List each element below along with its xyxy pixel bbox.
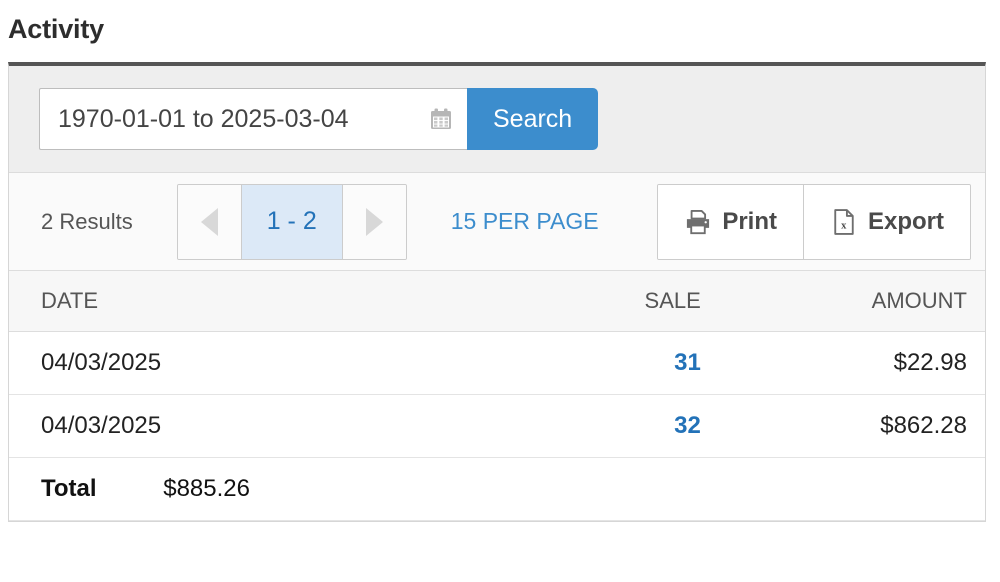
print-button[interactable]: Print	[658, 184, 803, 259]
cell-date: 04/03/2025	[9, 394, 476, 458]
pagination: 1 - 2	[176, 183, 407, 260]
page-title: Activity	[8, 14, 104, 44]
triangle-right-icon	[365, 207, 383, 236]
activity-table: DATE SALE AMOUNT 04/03/2025 31 $22.98 04…	[9, 271, 985, 521]
cell-amount: $862.28	[722, 394, 985, 458]
per-page-selector[interactable]: 15 PER PAGE	[451, 208, 599, 235]
cell-sale: 32	[475, 394, 723, 458]
table-body: 04/03/2025 31 $22.98 04/03/2025 32 $862.…	[9, 331, 985, 521]
column-header-sale[interactable]: SALE	[475, 271, 723, 332]
sale-link[interactable]: 31	[674, 349, 701, 376]
sale-link[interactable]: 32	[674, 412, 701, 439]
activity-panel: 1970-01-01 to 2025-03-04 Search 2 Result	[8, 62, 986, 522]
cell-sale: 31	[475, 331, 723, 395]
total-cell: Total $885.26	[9, 457, 476, 521]
daterange-input[interactable]: 1970-01-01 to 2025-03-04	[39, 88, 467, 150]
table-header-row: DATE SALE AMOUNT	[9, 271, 985, 332]
cell-date: 04/03/2025	[9, 331, 476, 395]
table-actions: Print x Export	[657, 183, 971, 260]
excel-file-icon: x	[830, 208, 858, 236]
column-header-date[interactable]: DATE	[9, 271, 476, 332]
results-toolbar: 2 Results 1 - 2 15 PER PAGE Print x Expo…	[9, 173, 985, 271]
calendar-icon	[429, 107, 453, 131]
pagination-next-button[interactable]	[341, 184, 406, 259]
export-button[interactable]: x Export	[802, 184, 970, 259]
table-row: 04/03/2025 32 $862.28	[9, 394, 985, 458]
search-button[interactable]: Search	[467, 88, 599, 150]
cell-amount: $22.98	[722, 331, 985, 395]
daterange-value: 1970-01-01 to 2025-03-04	[58, 104, 349, 133]
table-total-row: Total $885.26	[9, 457, 985, 521]
pagination-current-page[interactable]: 1 - 2	[241, 184, 342, 259]
export-label: Export	[867, 207, 944, 235]
total-spacer-sale	[475, 457, 723, 521]
results-count: 2 Results	[41, 208, 133, 234]
search-row: 1970-01-01 to 2025-03-04 Search	[9, 66, 985, 173]
total-value: $885.26	[163, 475, 250, 502]
print-label: Print	[722, 207, 777, 235]
triangle-left-icon	[200, 207, 218, 236]
pagination-prev-button[interactable]	[177, 184, 242, 259]
svg-text:x: x	[841, 220, 847, 231]
table-row: 04/03/2025 31 $22.98	[9, 331, 985, 395]
total-spacer-amount	[722, 457, 985, 521]
total-label: Total	[41, 475, 97, 502]
table-head: DATE SALE AMOUNT	[9, 271, 985, 332]
column-header-amount[interactable]: AMOUNT	[722, 271, 985, 332]
printer-icon	[684, 208, 712, 236]
